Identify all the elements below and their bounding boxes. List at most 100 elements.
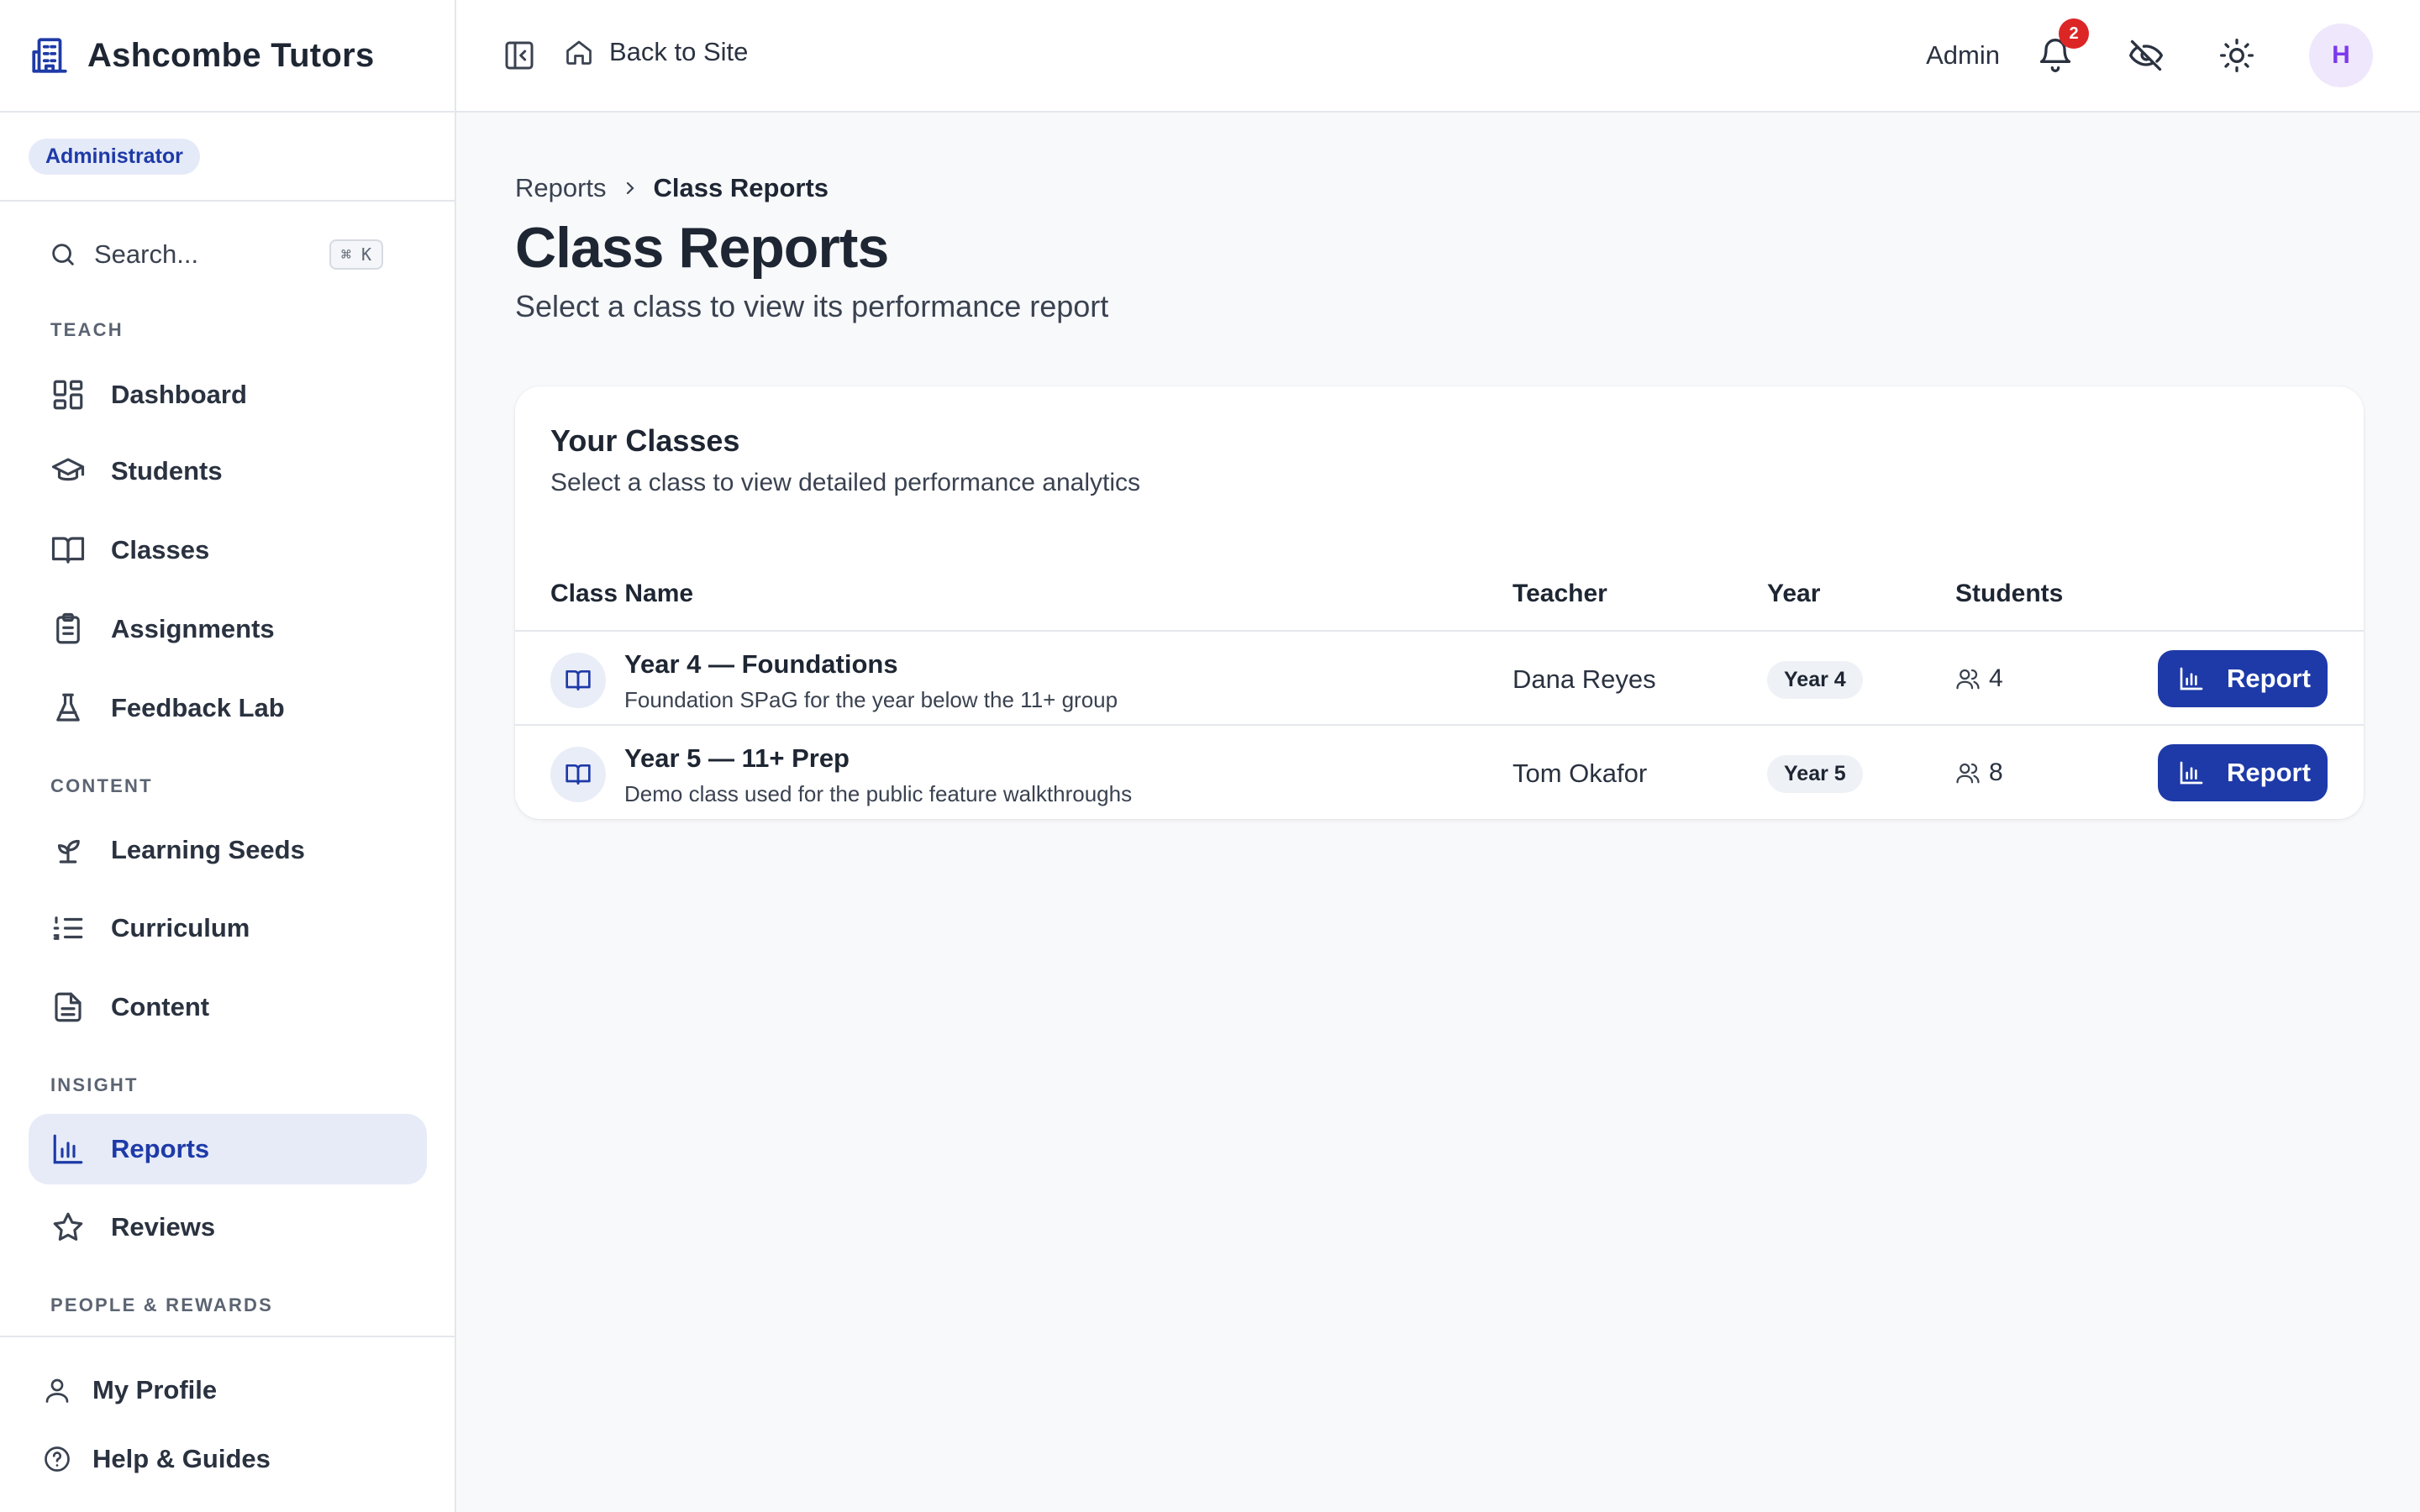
notification-count-badge: 2 [2059, 18, 2089, 49]
sidebar-item-reports[interactable]: Reports [29, 1114, 427, 1184]
topbar: Back to Site Admin 2 H [456, 0, 2420, 113]
sidebar-item-label: Learning Seeds [111, 835, 305, 864]
sidebar-item-curriculum[interactable]: Curriculum [29, 893, 427, 963]
sidebar-footer: My Profile Help & Guides [0, 1336, 455, 1512]
notifications-button[interactable]: 2 [2037, 18, 2089, 74]
role-badge: Administrator [29, 138, 200, 175]
theme-toggle-button[interactable] [2218, 37, 2255, 74]
card-title: Your Classes [550, 423, 740, 458]
sidebar-item-label: Content [111, 992, 210, 1021]
student-count: 4 [1955, 664, 2003, 693]
flask-icon [50, 690, 86, 726]
class-teacher: Dana Reyes [1512, 664, 1656, 694]
report-button-label: Report [2227, 758, 2311, 787]
table-row[interactable]: Year 4 — Foundations Foundation SPaG for… [515, 633, 2364, 726]
class-name[interactable]: Year 4 — Foundations [624, 649, 898, 680]
list-ordered-icon [50, 911, 86, 946]
breadcrumb-reports-link[interactable]: Reports [515, 173, 607, 203]
sidebar-item-label: Students [111, 456, 223, 486]
sidebar-item-content[interactable]: Content [29, 972, 427, 1042]
brand[interactable]: Ashcombe Tutors [0, 0, 455, 113]
card-description: Select a class to view detailed performa… [550, 469, 1141, 496]
breadcrumb-current: Class Reports [653, 173, 829, 202]
report-button[interactable]: Report [2158, 650, 2328, 707]
section-label-content: CONTENT [50, 775, 153, 796]
help-guides-label: Help & Guides [92, 1444, 271, 1473]
report-button-label: Report [2227, 664, 2311, 693]
table-header: Class Name Teacher Year Students [515, 580, 2364, 632]
sidebar-item-label: Feedback Lab [111, 693, 285, 722]
sidebar-item-reviews[interactable]: Reviews [29, 1192, 427, 1263]
section-label-teach: TEACH [50, 319, 124, 340]
role-row: Administrator [0, 113, 455, 202]
help-guides-link[interactable]: Help & Guides [42, 1444, 271, 1474]
bar-chart-icon [50, 1131, 86, 1167]
column-header-students: Students [1955, 580, 2064, 607]
page-subtitle: Select a class to view its performance r… [515, 289, 1109, 323]
report-button[interactable]: Report [2158, 744, 2328, 801]
my-profile-link[interactable]: My Profile [42, 1375, 217, 1405]
student-count-value: 8 [1989, 759, 2003, 786]
sidebar-item-label: Dashboard [111, 380, 247, 409]
sidebar-item-classes[interactable]: Classes [29, 515, 427, 585]
class-teacher: Tom Okafor [1512, 759, 1648, 788]
topbar-actions: Admin 2 H [1926, 18, 2373, 87]
year-badge: Year 4 [1767, 661, 1863, 699]
classes-card: Your Classes Select a class to view deta… [515, 386, 2364, 819]
home-icon [564, 37, 594, 67]
user-icon [42, 1375, 72, 1405]
sprout-icon [50, 832, 86, 868]
student-count: 8 [1955, 759, 2003, 787]
my-profile-label: My Profile [92, 1375, 218, 1404]
section-label-people: PEOPLE & REWARDS [50, 1294, 274, 1315]
bar-chart-icon [2178, 665, 2205, 692]
sidebar-item-label: Assignments [111, 614, 275, 643]
sidebar-item-label: Curriculum [111, 913, 250, 942]
sidebar: Ashcombe Tutors Administrator Search... … [0, 0, 456, 1512]
class-book-icon [550, 747, 606, 802]
star-icon [50, 1210, 86, 1245]
search-placeholder: Search... [94, 239, 199, 269]
file-text-icon [50, 990, 86, 1025]
visibility-toggle-button[interactable] [2128, 37, 2165, 74]
class-description: Demo class used for the public feature w… [624, 781, 1133, 806]
chevron-right-icon [620, 178, 640, 198]
sidebar-item-label: Classes [111, 535, 210, 564]
book-open-icon [50, 533, 86, 568]
breadcrumb: Reports Class Reports [515, 173, 829, 203]
users-icon [1955, 760, 1981, 785]
sidebar-item-label: Reviews [111, 1212, 216, 1242]
back-to-site-link[interactable]: Back to Site [564, 37, 748, 67]
user-role-label: Admin [1926, 40, 2000, 70]
eye-off-icon [2128, 37, 2165, 74]
column-header-class-name: Class Name [550, 580, 694, 607]
year-badge: Year 5 [1767, 755, 1863, 793]
sidebar-item-learning-seeds[interactable]: Learning Seeds [29, 815, 427, 885]
search-icon [49, 240, 77, 269]
sidebar-item-feedback-lab[interactable]: Feedback Lab [29, 673, 427, 743]
sun-icon [2218, 37, 2255, 74]
class-name[interactable]: Year 5 — 11+ Prep [624, 743, 850, 774]
collapse-sidebar-icon[interactable] [502, 39, 536, 72]
help-circle-icon [42, 1444, 72, 1474]
dashboard-icon [50, 377, 86, 412]
class-book-icon [550, 653, 606, 708]
section-label-insight: INSIGHT [50, 1074, 139, 1095]
clipboard-icon [50, 612, 86, 647]
column-header-teacher: Teacher [1512, 580, 1607, 607]
sidebar-item-label: Reports [111, 1134, 210, 1163]
building-icon [29, 34, 71, 76]
back-to-site-label: Back to Site [609, 37, 749, 66]
brand-name: Ashcombe Tutors [87, 36, 375, 74]
sidebar-item-dashboard[interactable]: Dashboard [29, 360, 427, 430]
graduation-cap-icon [50, 454, 86, 489]
sidebar-item-students[interactable]: Students [29, 436, 427, 507]
student-count-value: 4 [1989, 664, 2003, 692]
avatar[interactable]: H [2309, 24, 2373, 87]
sidebar-item-assignments[interactable]: Assignments [29, 594, 427, 664]
search-shortcut: ⌘ K [329, 239, 383, 270]
column-header-year: Year [1767, 580, 1821, 607]
page-title: Class Reports [515, 216, 889, 280]
search-button[interactable]: Search... ⌘ K [29, 227, 407, 282]
table-row[interactable]: Year 5 — 11+ Prep Demo class used for th… [515, 727, 2364, 819]
